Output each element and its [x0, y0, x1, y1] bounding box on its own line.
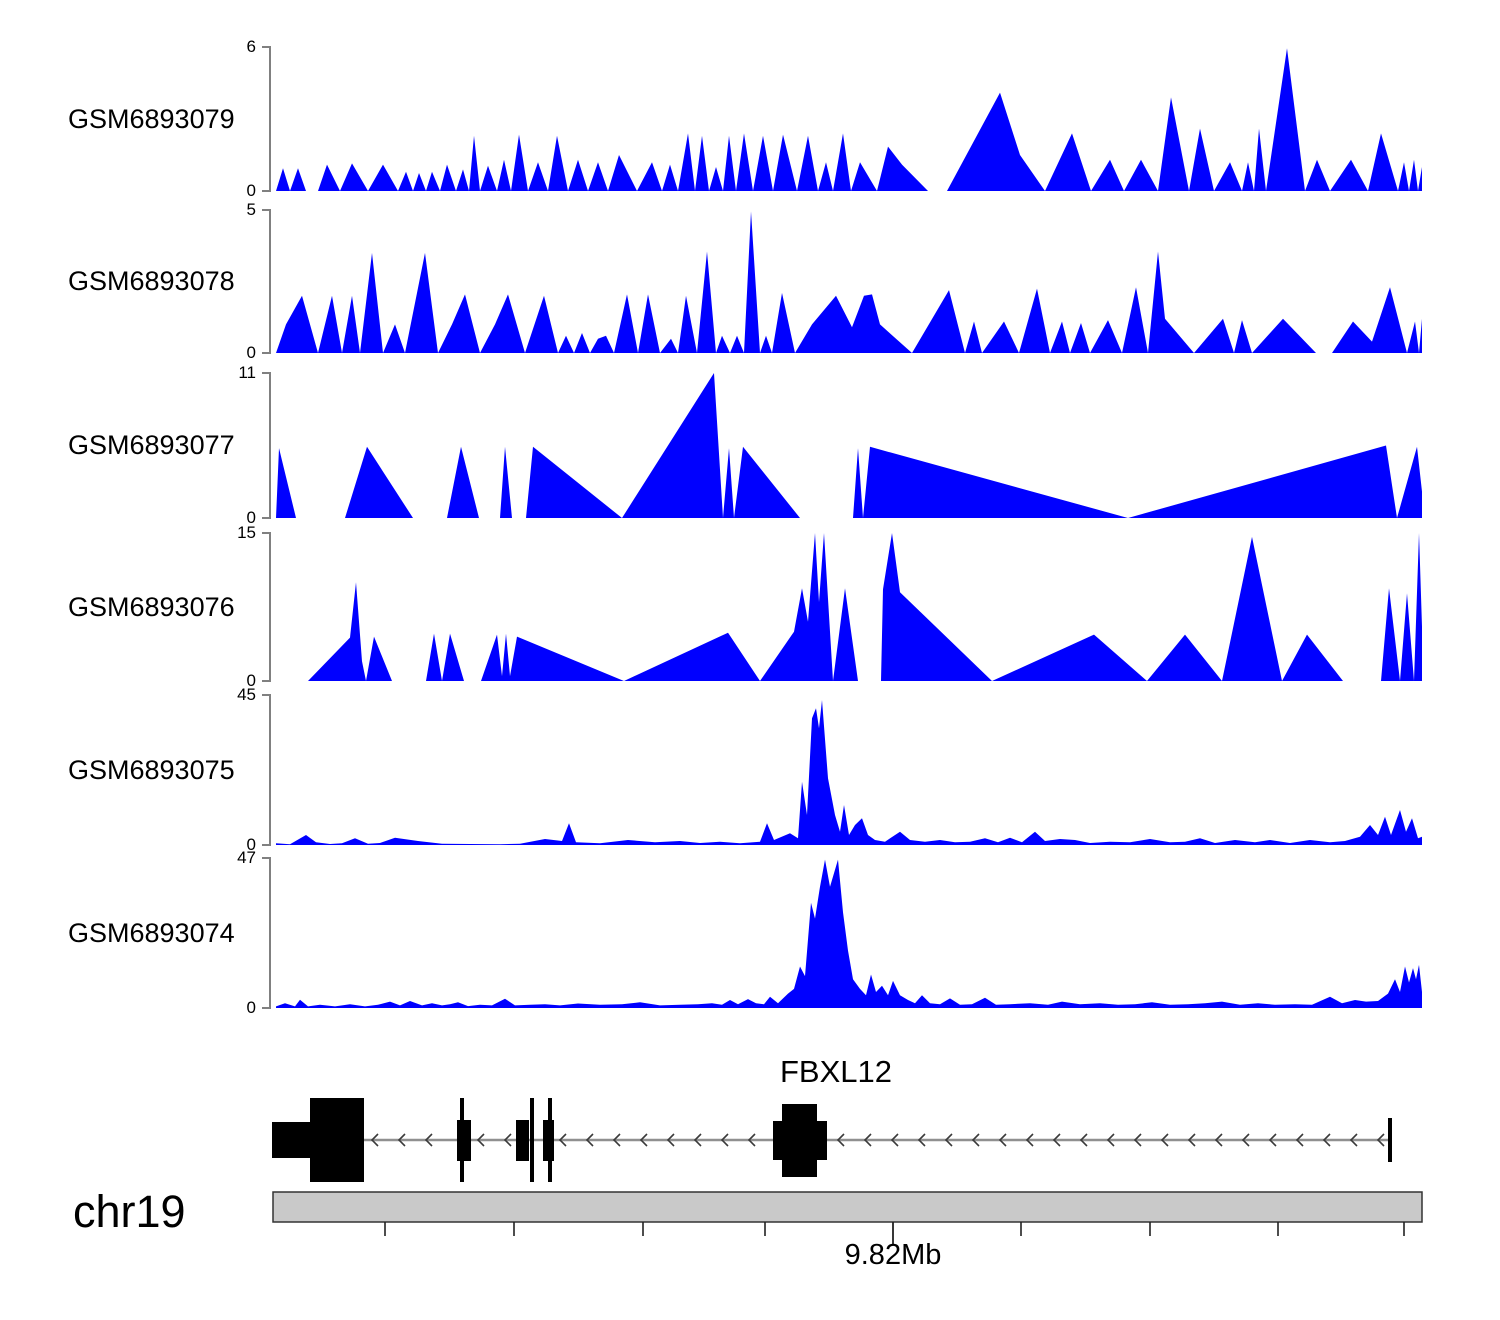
track-label-gsm6893075: GSM6893075 [68, 757, 228, 784]
yaxis-max-label: 6 [198, 38, 256, 55]
track-label-gsm6893074: GSM6893074 [68, 920, 228, 947]
exon-box [460, 1098, 464, 1182]
gene-name-label: FBXL12 [736, 1056, 936, 1088]
track-label-gsm6893077: GSM6893077 [68, 432, 228, 459]
position-mb-label: 9.82Mb [793, 1240, 993, 1270]
track-y-axis [262, 210, 271, 353]
coverage-area [276, 860, 1422, 1008]
yaxis-max-label: 5 [198, 201, 256, 218]
track-y-axis [262, 533, 271, 681]
track-label-gsm6893076: GSM6893076 [68, 594, 228, 621]
yaxis-max-label: 47 [198, 849, 256, 866]
coverage-area [276, 533, 1422, 681]
yaxis-max-label: 11 [198, 364, 256, 381]
track-y-axis [262, 373, 271, 518]
yaxis-min-label: 0 [198, 182, 256, 199]
coverage-area [276, 48, 1422, 191]
chromosome-label: chr19 [73, 1189, 273, 1235]
coverage-area [276, 211, 1422, 353]
coverage-area [276, 373, 1422, 518]
exon-box [548, 1098, 552, 1182]
exon-box [272, 1122, 312, 1158]
genome-browser-figure: GSM6893079 GSM6893078 GSM6893077 GSM6893… [0, 0, 1500, 1320]
yaxis-max-label: 15 [198, 524, 256, 541]
coverage-area [276, 700, 1422, 845]
exon-box [530, 1098, 534, 1182]
track-label-gsm6893078: GSM6893078 [68, 268, 228, 295]
yaxis-max-label: 45 [198, 686, 256, 703]
track-y-axis [262, 695, 271, 845]
track-y-axis [262, 47, 271, 191]
exon-box [310, 1098, 364, 1182]
exon-box [782, 1104, 817, 1177]
yaxis-min-label: 0 [198, 344, 256, 361]
ruler-bar [273, 1192, 1422, 1222]
yaxis-min-label: 0 [198, 999, 256, 1016]
track-y-axis [262, 858, 271, 1008]
exon-box [516, 1120, 529, 1161]
exon-box [1388, 1118, 1392, 1162]
track-label-gsm6893079: GSM6893079 [68, 106, 228, 133]
